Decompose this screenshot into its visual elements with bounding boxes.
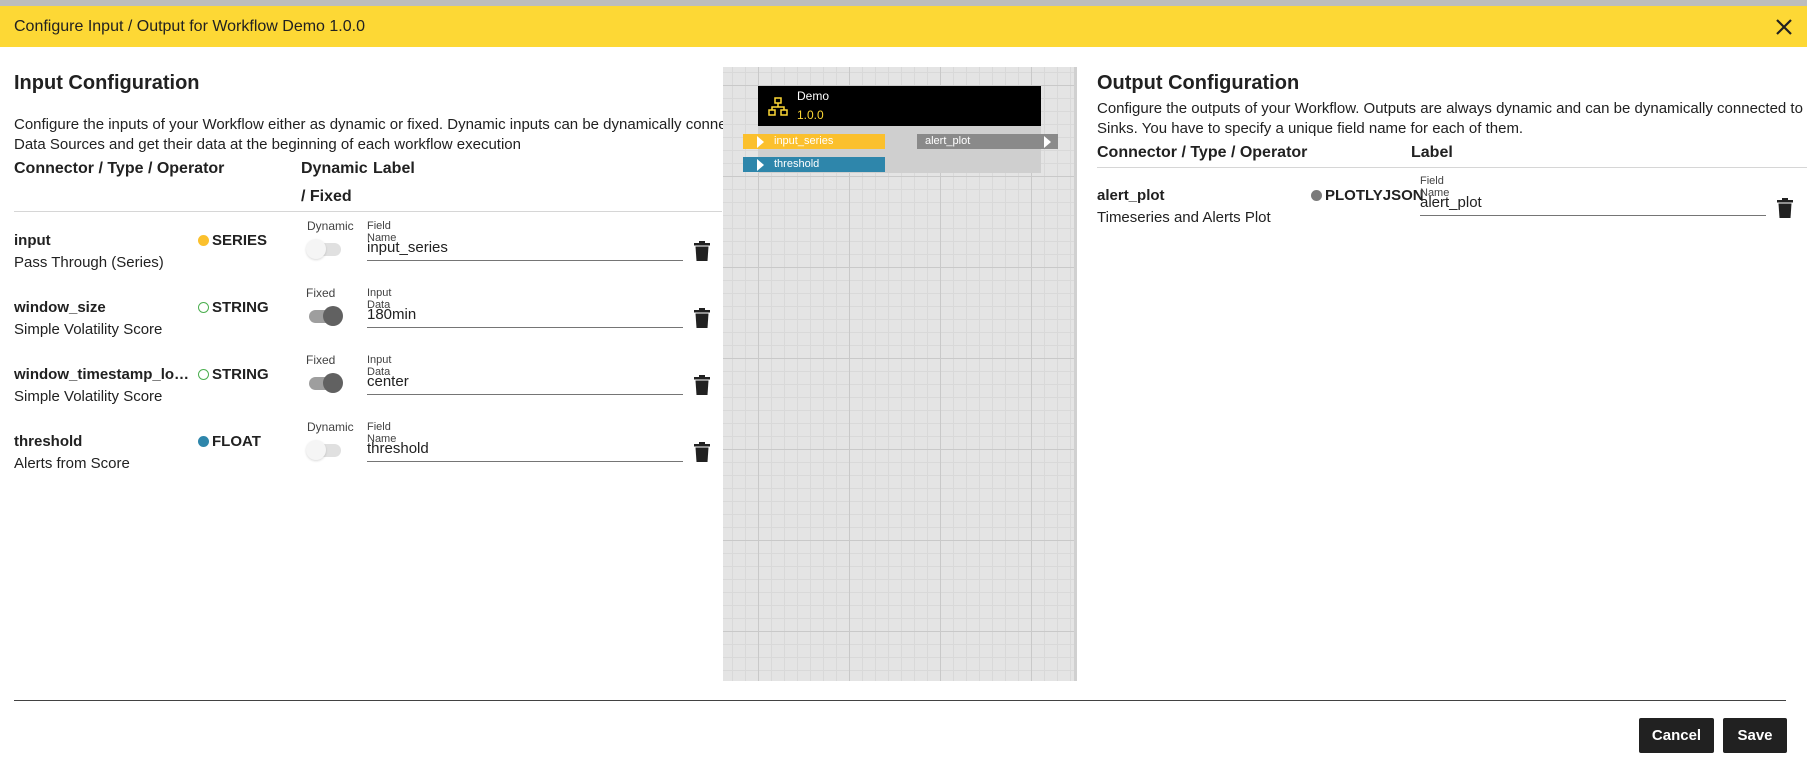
input-port[interactable]: input_series <box>743 134 885 149</box>
type-badge: SERIES <box>198 232 267 249</box>
workflow-node-version: 1.0.0 <box>797 108 824 122</box>
output-config-description-line1: Configure the outputs of your Workflow. … <box>1097 100 1807 117</box>
input-config-title: Input Configuration <box>14 72 200 94</box>
dynamic-fixed-toggle[interactable] <box>306 371 343 395</box>
trash-icon[interactable] <box>694 241 710 261</box>
cancel-button[interactable]: Cancel <box>1639 718 1714 753</box>
toggle-knob <box>323 373 343 393</box>
output-config-description-line2: Sinks. You have to specify a unique fiel… <box>1097 120 1524 137</box>
workflow-preview-canvas[interactable]: Demo 1.0.0 input_series threshold alert_pl… <box>723 67 1077 681</box>
type-dot-icon <box>198 302 209 313</box>
input-operator: Alerts from Score <box>14 455 130 472</box>
dialog-title: Configure Input / Output for Workflow De… <box>14 17 365 35</box>
input-config-description-line1: Configure the inputs of your Workflow ei… <box>14 116 772 133</box>
type-dot-icon <box>198 369 209 380</box>
input-port[interactable]: threshold <box>743 157 885 172</box>
dialog-titlebar: Configure Input / Output for Workflow De… <box>0 6 1807 47</box>
type-label: FLOAT <box>212 433 261 450</box>
type-badge: STRING <box>198 299 269 316</box>
mode-label: Fixed <box>306 286 336 300</box>
type-label: STRING <box>212 299 269 316</box>
type-dot-icon <box>198 235 209 246</box>
input-header-divider <box>14 211 722 212</box>
mode-label: Fixed <box>306 353 336 367</box>
close-icon[interactable] <box>1773 16 1795 38</box>
toggle-knob <box>306 440 326 460</box>
field-name-input[interactable] <box>367 238 683 261</box>
toggle-knob <box>323 306 343 326</box>
type-label: SERIES <box>212 232 268 249</box>
port-label: threshold <box>774 158 820 170</box>
output-name: alert_plot <box>1097 187 1165 204</box>
input-operator: Pass Through (Series) <box>14 254 164 271</box>
output-config-description: Configure the outputs of your Workflow. … <box>1097 99 1807 139</box>
input-header-mode-line1: Dynamic <box>301 160 368 177</box>
workflow-node-name: Demo <box>797 89 830 103</box>
input-name: threshold <box>14 433 83 450</box>
input-header-mode-line2: / Fixed <box>301 188 352 205</box>
save-button[interactable]: Save <box>1723 718 1787 753</box>
port-label: alert_plot <box>925 135 971 147</box>
field-name-input[interactable] <box>367 439 683 462</box>
type-dot-icon <box>198 436 209 447</box>
output-config-title: Output Configuration <box>1097 72 1300 94</box>
input-config-description-line2: Data Sources and get their data at the b… <box>14 136 521 153</box>
input-data-field[interactable] <box>367 372 683 395</box>
output-header-label: Label <box>1411 144 1453 161</box>
output-header-divider <box>1097 167 1807 168</box>
output-operator: Timeseries and Alerts Plot <box>1097 209 1271 226</box>
input-operator: Simple Volatility Score <box>14 321 163 338</box>
input-config-description: Configure the inputs of your Workflow ei… <box>14 115 772 155</box>
footer-divider <box>14 700 1786 701</box>
toggle-knob <box>306 239 326 259</box>
port-arrow-icon <box>757 136 764 148</box>
type-badge: STRING <box>198 366 269 383</box>
input-header-connector: Connector / Type / Operator <box>14 160 225 177</box>
trash-icon[interactable] <box>694 308 710 328</box>
workflow-icon <box>768 97 788 117</box>
trash-icon[interactable] <box>1777 198 1793 218</box>
trash-icon[interactable] <box>694 442 710 462</box>
workflow-node-header[interactable]: Demo 1.0.0 <box>758 86 1041 126</box>
trash-icon[interactable] <box>694 375 710 395</box>
type-badge: FLOAT <box>198 433 261 450</box>
input-data-field[interactable] <box>367 305 683 328</box>
input-name: window_size <box>14 299 106 316</box>
input-name: input <box>14 232 51 249</box>
field-name-input[interactable] <box>1420 193 1766 216</box>
port-arrow-icon <box>1044 136 1051 148</box>
mode-label: Dynamic <box>307 420 354 434</box>
type-badge: PLOTLYJSON <box>1311 187 1424 204</box>
port-label: input_series <box>774 135 834 147</box>
dynamic-fixed-toggle[interactable] <box>306 237 342 261</box>
input-header-label: Label <box>373 160 415 177</box>
dynamic-fixed-toggle[interactable] <box>306 438 342 462</box>
type-dot-icon <box>1311 190 1322 201</box>
dynamic-fixed-toggle[interactable] <box>306 304 343 328</box>
output-port[interactable]: alert_plot <box>917 134 1058 149</box>
type-label: STRING <box>212 366 269 383</box>
input-operator: Simple Volatility Score <box>14 388 163 405</box>
port-arrow-icon <box>757 159 764 171</box>
output-header-connector: Connector / Type / Operator <box>1097 144 1308 161</box>
input-name: window_timestamp_locati... <box>14 366 192 383</box>
mode-label: Dynamic <box>307 219 354 233</box>
type-label: PLOTLYJSON <box>1325 187 1424 204</box>
